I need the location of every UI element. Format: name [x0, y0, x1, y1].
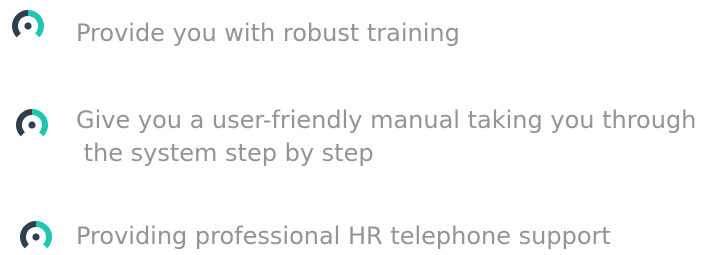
- ring-icon: [10, 8, 46, 44]
- feature-text-line: Give you a user-friendly manual taking y…: [76, 106, 697, 134]
- feature-list: Provide you with robust training Give yo…: [0, 0, 728, 251]
- feature-text: Providing professional HR telephone supp…: [76, 222, 611, 250]
- feature-text: Give you a user-friendly manual taking y…: [76, 104, 696, 170]
- ring-icon: [14, 107, 50, 143]
- feature-text: Provide you with robust training: [76, 19, 460, 47]
- ring-icon: [18, 219, 54, 255]
- feature-text-line: the system step by step: [76, 139, 374, 167]
